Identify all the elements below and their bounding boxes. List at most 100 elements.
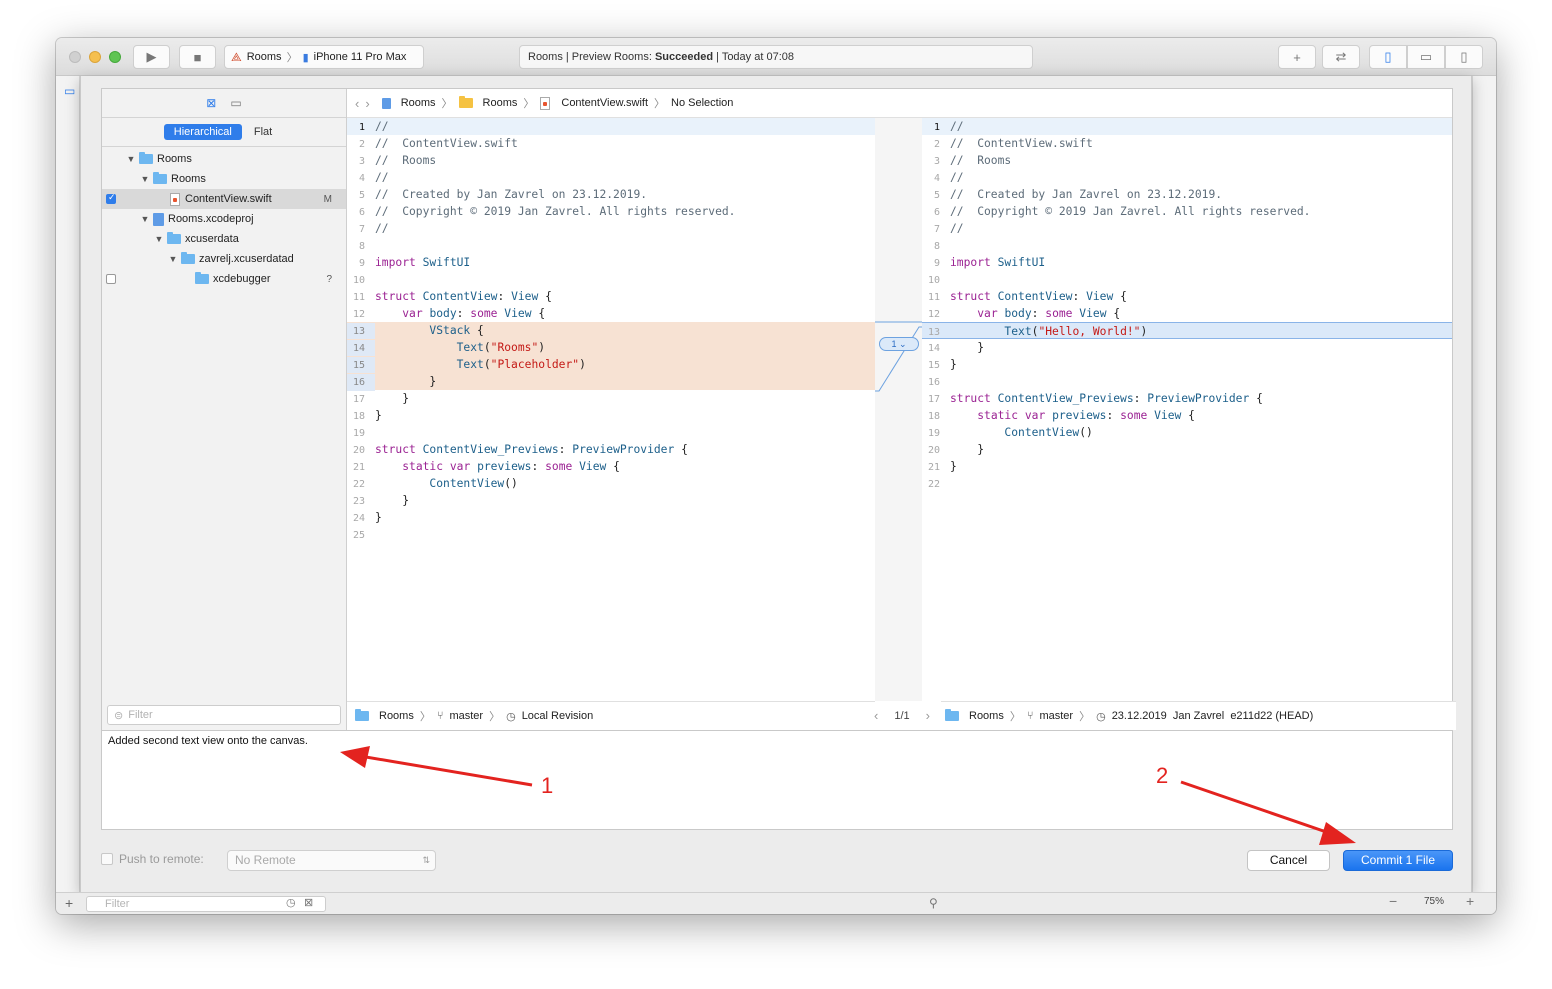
stop-icon: ■ (193, 49, 202, 65)
zoom-window-button[interactable] (109, 51, 121, 63)
add-icon[interactable]: + (65, 895, 73, 911)
disclosure-triangle-icon[interactable]: ▼ (140, 214, 150, 224)
comparison-editor: ‹ › Rooms 〉 Rooms 〉 ContentView.swift 〉 … (347, 89, 1456, 730)
cancel-button[interactable]: Cancel (1247, 850, 1330, 871)
scheme-project: Rooms (246, 51, 282, 63)
line-number: 9 (933, 258, 940, 269)
right-repo[interactable]: Rooms (969, 710, 1004, 722)
hierarchical-tab[interactable]: Hierarchical (163, 124, 242, 140)
code-line: 1 // (922, 118, 1452, 135)
scm-filter-icon[interactable]: ⊠ (304, 896, 313, 909)
remote-select[interactable]: No Remote ⇅ (227, 850, 436, 871)
tree-item-rooms-project[interactable]: ▼ Rooms (102, 149, 346, 169)
head-revision-pane[interactable]: 1 // 2 // ContentView.swift 3 // Rooms 4 // 5 // … (922, 118, 1452, 701)
left-revision[interactable]: Local Revision (522, 710, 594, 722)
code-text: // Rooms (950, 154, 1012, 167)
tree-item-xcdebugger[interactable]: xcdebugger ? (102, 269, 346, 289)
line-number: 24 (352, 513, 365, 524)
breadcrumb-project[interactable]: Rooms (401, 97, 436, 109)
code-line: 11 struct ContentView: View { (922, 288, 1452, 305)
recent-files-icon[interactable]: ◷ (286, 896, 296, 909)
right-revision[interactable]: 23.12.2019 Jan Zavrel e211d22 (HEAD) (1112, 710, 1314, 722)
project-icon (381, 97, 391, 109)
forward-arrow-icon[interactable]: › (365, 96, 369, 111)
chevron-right-icon: 〉 (489, 711, 501, 723)
line-number: 10 (927, 275, 940, 286)
code-line: 1 // (347, 118, 875, 135)
close-window-button[interactable] (69, 51, 81, 63)
code-line: 17 struct ContentView_Previews: PreviewPr… (922, 390, 1452, 407)
line-number: 1 (933, 122, 940, 133)
swap-arrows-icon: ⇄ (1335, 49, 1347, 64)
previous-change-icon[interactable]: ‹ (874, 708, 878, 723)
commit-message-field[interactable]: Added second text view onto the canvas. (101, 731, 1453, 830)
code-text: // Created by Jan Zavrel on 23.12.2019. (950, 188, 1223, 201)
code-text: import SwiftUI (950, 256, 1046, 269)
code-text: static var previews: some View { (977, 409, 1195, 422)
next-change-icon[interactable]: › (926, 708, 930, 723)
line-number: 2 (933, 139, 940, 150)
stop-button[interactable]: ■ (179, 45, 216, 69)
zoom-out-icon[interactable]: − (1389, 893, 1397, 909)
line-number: 7 (358, 224, 365, 235)
pin-icon[interactable]: ⚲ (929, 896, 938, 910)
include-file-checkbox[interactable] (106, 192, 116, 204)
folder-icon[interactable]: ▭ (230, 96, 241, 110)
breadcrumb-file[interactable]: ContentView.swift (561, 97, 648, 109)
tree-item-label: xcuserdata (185, 233, 239, 245)
toggle-inspector-button[interactable]: ▯ (1445, 45, 1483, 69)
left-branch[interactable]: master (449, 710, 483, 722)
remote-select-value: No Remote (235, 853, 296, 867)
changes-icon[interactable]: ⊠ (206, 96, 216, 110)
code-text: Text("Rooms") (456, 341, 546, 354)
run-button[interactable]: ▶ (133, 45, 170, 69)
zoom-in-icon[interactable]: + (1466, 893, 1474, 909)
tree-item-label: Rooms.xcodeproj (168, 213, 254, 225)
code-line: 7 // (922, 220, 1452, 237)
disclosure-triangle-icon[interactable]: ▼ (126, 154, 136, 164)
code-line: 25 (347, 526, 875, 543)
scheme-selector[interactable]: ⟁ Rooms 〉 ▮ iPhone 11 Pro Max (224, 45, 424, 69)
filter-icon: ⊜ (114, 709, 124, 722)
code-text: // (950, 222, 964, 235)
local-revision-pane[interactable]: 1 // 2 // ContentView.swift 3 // Rooms 4 // 5 // … (347, 118, 875, 701)
left-repo[interactable]: Rooms (379, 710, 414, 722)
status-suffix: | Today at 07:08 (713, 51, 794, 63)
flat-tab[interactable]: Flat (242, 124, 284, 140)
line-number: 22 (352, 479, 365, 490)
breadcrumb-group[interactable]: Rooms (483, 97, 518, 109)
toggle-debug-area-button[interactable]: ▭ (1407, 45, 1445, 69)
disclosure-triangle-icon[interactable]: ▼ (140, 174, 150, 184)
change-badge[interactable]: 1 ⌄ (879, 337, 919, 351)
navigator-filter-field[interactable]: ⊜ Filter (107, 705, 341, 725)
minimize-window-button[interactable] (89, 51, 101, 63)
code-review-button[interactable]: ⇄ (1322, 45, 1360, 69)
code-text: // Copyright © 2019 Jan Zavrel. All righ… (375, 205, 736, 218)
back-arrow-icon[interactable]: ‹ (355, 96, 359, 111)
tree-item-contentview-swift[interactable]: ContentView.swift M (102, 189, 346, 209)
commit-button[interactable]: Commit 1 File (1343, 850, 1453, 871)
include-file-checkbox[interactable] (106, 274, 116, 284)
branch-icon: ⑂ (436, 710, 444, 722)
library-button[interactable]: + (1278, 45, 1316, 69)
tree-item-xcuserdata[interactable]: ▼ xcuserdata (102, 229, 346, 249)
tree-item-rooms-folder[interactable]: ▼ Rooms (102, 169, 346, 189)
tree-item-label: Rooms (157, 153, 192, 165)
disclosure-triangle-icon[interactable]: ▼ (154, 234, 164, 244)
disclosure-triangle-icon[interactable]: ▼ (168, 254, 178, 264)
code-line: 13 VStack { (347, 322, 875, 340)
breadcrumb-selection[interactable]: No Selection (671, 97, 733, 109)
line-number: 4 (933, 173, 940, 184)
bottom-filter-placeholder: Filter (105, 898, 130, 910)
zoom-level: 75% (1424, 896, 1445, 907)
push-to-remote-checkbox[interactable] (101, 853, 113, 865)
code-text: Text("Hello, World!") (1004, 325, 1148, 338)
right-branch[interactable]: master (1039, 710, 1073, 722)
code-line: 20 struct ContentView_Previews: PreviewPr… (347, 441, 875, 458)
code-text: } (950, 341, 985, 354)
tree-item-xcodeproj[interactable]: ▼ Rooms.xcodeproj (102, 209, 346, 229)
folder-icon (153, 172, 167, 184)
tree-item-zavrelj-xcuserdatad[interactable]: ▼ zavrelj.xcuserdatad (102, 249, 346, 269)
line-number: 21 (352, 462, 365, 473)
toggle-navigator-button[interactable]: ▯ (1369, 45, 1407, 69)
